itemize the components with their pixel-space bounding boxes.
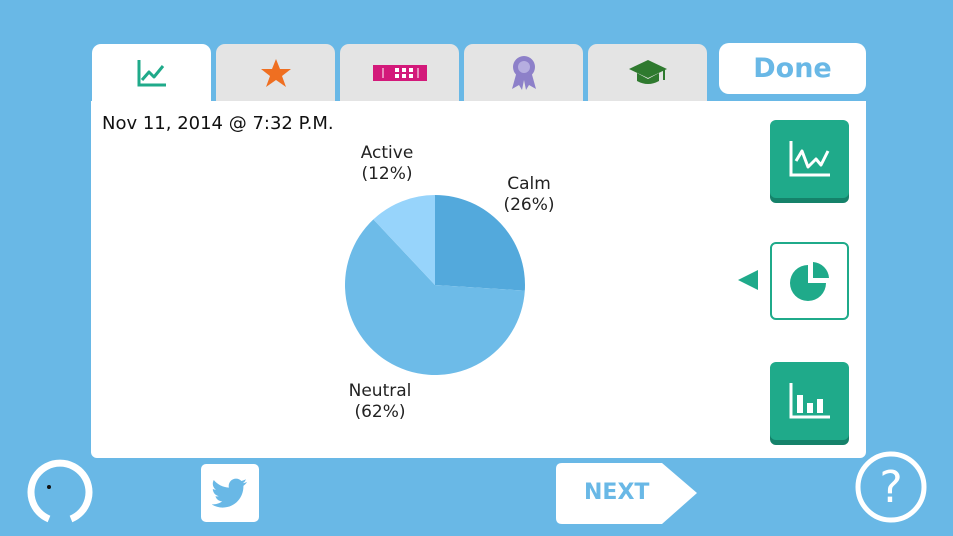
selected-indicator-arrow-icon xyxy=(738,270,758,290)
svg-text:?: ? xyxy=(879,462,902,513)
pie-label-neutral-name: Neutral xyxy=(348,381,412,401)
line-graph-view-button[interactable] xyxy=(770,120,849,198)
tab-favorites[interactable] xyxy=(216,44,335,102)
mood-pie-chart xyxy=(344,195,525,376)
ticket-icon xyxy=(372,65,427,81)
tab-awards[interactable] xyxy=(464,44,583,102)
pie-label-active: Active (12%) xyxy=(340,143,434,185)
help-icon[interactable]: ? xyxy=(854,450,928,524)
pie-label-neutral: Neutral (62%) xyxy=(333,381,427,423)
twitter-bird-icon xyxy=(212,478,247,508)
pie-label-calm-name: Calm xyxy=(507,174,551,194)
pie-label-calm-percent: (26%) xyxy=(503,195,555,215)
tab-history[interactable] xyxy=(92,44,211,102)
line-chart-icon xyxy=(137,60,166,87)
star-icon xyxy=(260,59,291,87)
bar-chart-view-icon xyxy=(789,383,830,419)
done-button[interactable]: Done xyxy=(719,43,866,94)
next-button-label: NEXT xyxy=(584,480,650,505)
graduation-cap-icon xyxy=(628,60,667,84)
pie-chart-view-icon xyxy=(789,262,829,301)
pie-chart-view-button[interactable] xyxy=(770,242,849,320)
bar-chart-view-button[interactable] xyxy=(770,362,849,440)
loading-ring-icon[interactable] xyxy=(27,458,93,524)
tab-tickets[interactable] xyxy=(340,44,459,102)
pie-label-active-percent: (12%) xyxy=(361,164,413,184)
pie-label-active-name: Active xyxy=(360,143,414,163)
pie-label-neutral-percent: (62%) xyxy=(354,402,406,422)
tab-learn[interactable] xyxy=(588,44,707,102)
pie-label-calm: Calm (26%) xyxy=(482,174,576,216)
session-timestamp: Nov 11, 2014 @ 7:32 P.M. xyxy=(102,113,334,134)
ribbon-award-icon xyxy=(511,56,536,90)
twitter-share-button[interactable] xyxy=(201,464,259,522)
line-graph-view-icon xyxy=(789,141,830,177)
